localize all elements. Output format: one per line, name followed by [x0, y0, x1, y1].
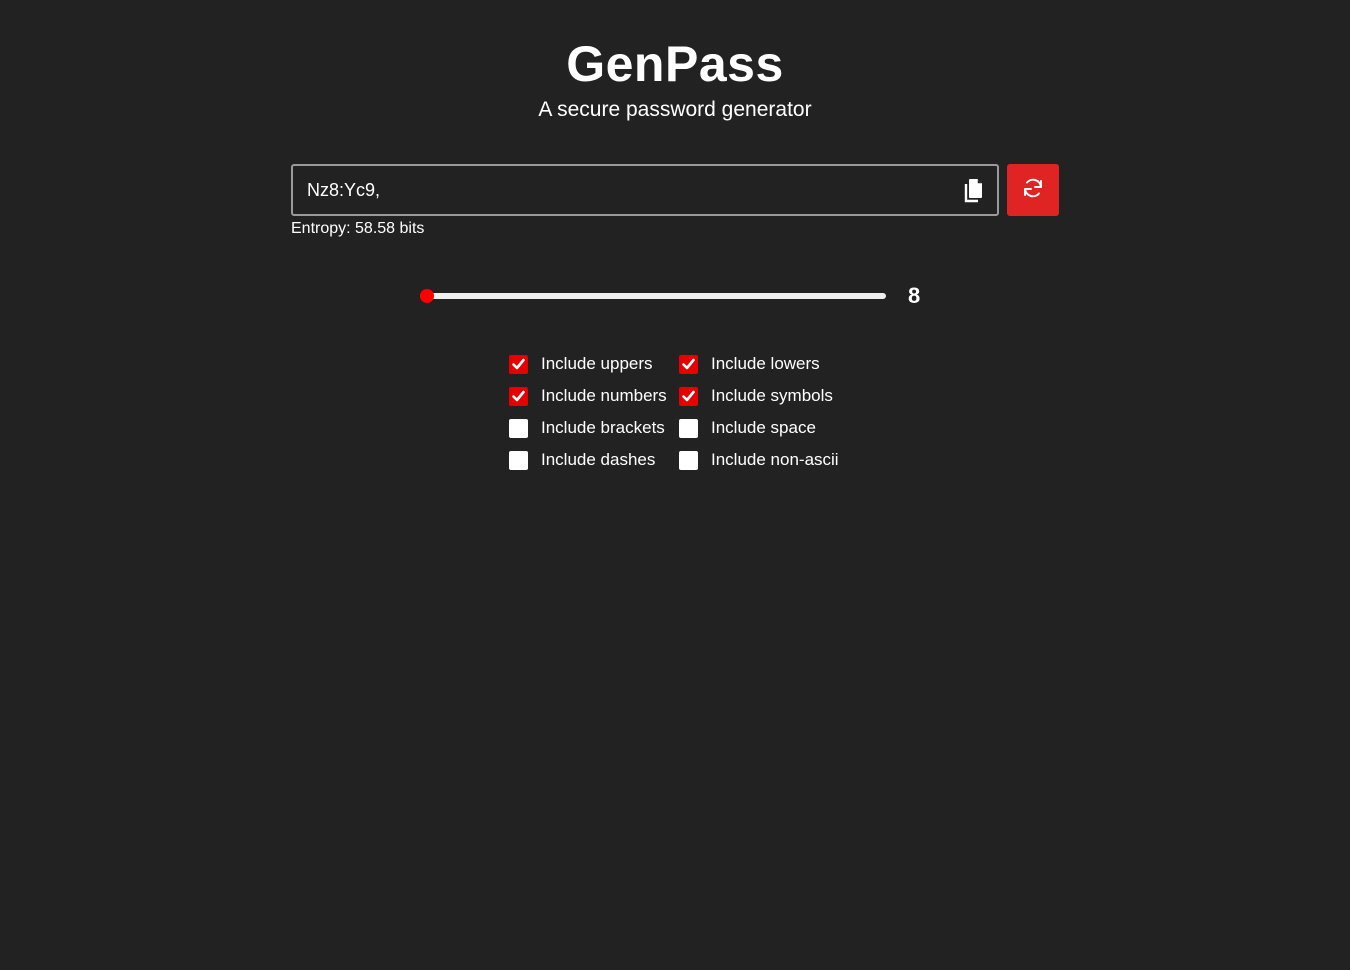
- app-subtitle: A secure password generator: [538, 98, 812, 121]
- entropy-readout: Entropy: 58.58 bits: [291, 220, 425, 237]
- option-include-symbols[interactable]: Include symbols: [679, 384, 833, 408]
- app-title: GenPass: [566, 36, 784, 92]
- option-label: Include space: [711, 418, 816, 437]
- checkbox[interactable]: [509, 450, 528, 470]
- refresh-icon: [1021, 176, 1045, 205]
- slider-thumb[interactable]: [420, 289, 434, 303]
- checkbox[interactable]: [679, 450, 698, 470]
- option-label: Include non-ascii: [711, 450, 839, 469]
- checkbox[interactable]: [679, 386, 698, 406]
- checkbox[interactable]: [509, 418, 528, 438]
- option-label: Include numbers: [541, 386, 667, 405]
- password-input[interactable]: [307, 166, 947, 214]
- regenerate-button[interactable]: [1007, 164, 1059, 216]
- length-slider[interactable]: [420, 284, 886, 308]
- checkbox[interactable]: [509, 386, 528, 406]
- length-value: 8: [908, 283, 921, 308]
- option-label: Include lowers: [711, 354, 820, 373]
- checkbox[interactable]: [509, 354, 528, 374]
- copy-icon[interactable]: [961, 178, 985, 204]
- option-include-non-ascii[interactable]: Include non-ascii: [679, 448, 839, 472]
- option-include-numbers[interactable]: Include numbers: [509, 384, 667, 408]
- option-include-dashes[interactable]: Include dashes: [509, 448, 655, 472]
- checkmark-icon: [512, 390, 525, 401]
- option-include-brackets[interactable]: Include brackets: [509, 416, 665, 440]
- checkmark-icon: [512, 358, 525, 369]
- checkbox[interactable]: [679, 418, 698, 438]
- checkmark-icon: [682, 390, 695, 401]
- app-root: GenPass A secure password generator Entr…: [0, 0, 1350, 970]
- password-field: [291, 164, 999, 216]
- checkbox[interactable]: [679, 354, 698, 374]
- option-label: Include dashes: [541, 450, 656, 469]
- option-label: Include symbols: [711, 386, 833, 405]
- slider-track[interactable]: [420, 293, 886, 299]
- option-include-uppers[interactable]: Include uppers: [509, 352, 653, 376]
- option-include-lowers[interactable]: Include lowers: [679, 352, 820, 376]
- checkmark-icon: [682, 358, 695, 369]
- option-label: Include brackets: [541, 418, 665, 437]
- option-include-space[interactable]: Include space: [679, 416, 816, 440]
- option-label: Include uppers: [541, 354, 653, 373]
